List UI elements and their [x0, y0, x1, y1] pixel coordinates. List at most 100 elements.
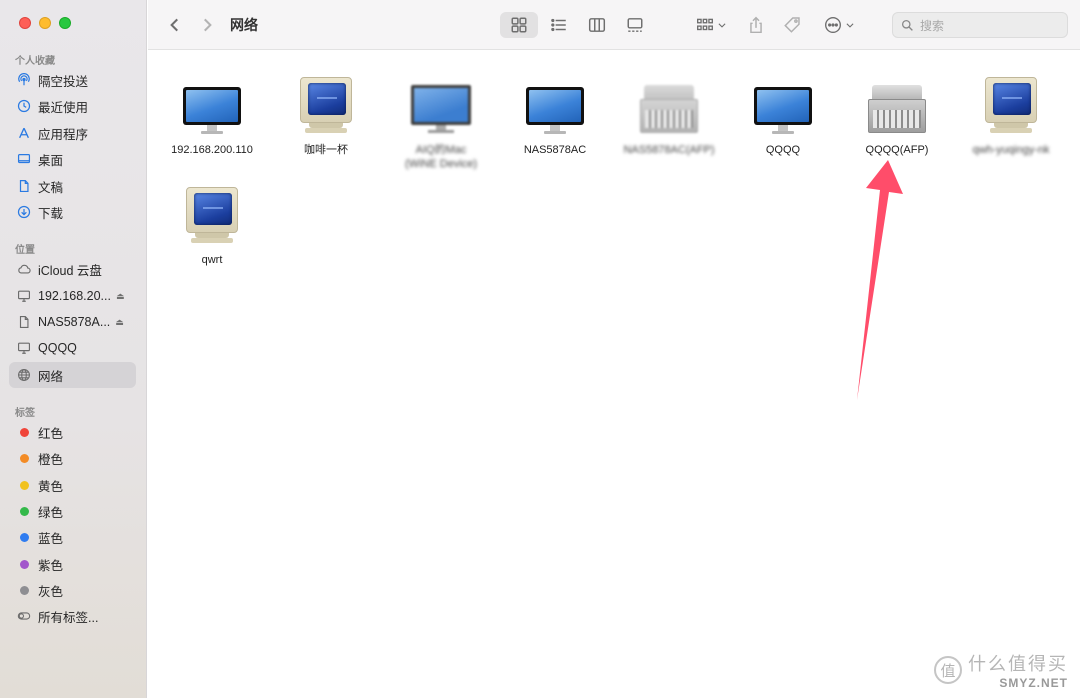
- monitor-icon: [17, 341, 31, 355]
- sidebar-item-label: 所有标签...: [38, 610, 99, 625]
- sidebar-item-192-168[interactable]: 192.168.20... ⏏: [9, 283, 136, 309]
- network-item-label: 192.168.200.110: [171, 144, 253, 156]
- toolbar: 网络 搜索: [148, 0, 1080, 50]
- column-view-button[interactable]: [582, 12, 612, 38]
- tag-dot-icon: [17, 425, 31, 439]
- eject-icon[interactable]: ⏏: [116, 291, 125, 302]
- imac-icon: [751, 75, 815, 135]
- sidebar-tag-all[interactable]: 所有标签...: [9, 603, 136, 629]
- network-item[interactable]: 咖啡一杯: [269, 75, 383, 157]
- sidebar-item-label: 网络: [38, 369, 64, 384]
- watermark-en: SMYZ.NET: [999, 676, 1068, 690]
- watermark-logo: 值: [934, 656, 962, 684]
- gallery-view-button[interactable]: [620, 12, 650, 38]
- group-grid-icon: [696, 18, 713, 31]
- locations-section-title: 位置: [15, 245, 35, 256]
- network-item-label: QQQQ: [765, 144, 801, 156]
- sidebar-tag-blue[interactable]: 蓝色: [9, 524, 136, 550]
- zoom-button[interactable]: [59, 17, 71, 29]
- network-item[interactable]: QQQQ(AFP): [840, 75, 954, 157]
- crt-monitor-icon: [979, 75, 1043, 135]
- network-item[interactable]: NAS5878AC(AFP): [612, 75, 726, 157]
- sidebar-item-label: 192.168.20...: [38, 289, 111, 303]
- imac-icon: [523, 75, 587, 135]
- desktop-icon: [17, 152, 31, 166]
- airdrop-icon: [17, 73, 31, 87]
- minimize-button[interactable]: [39, 17, 51, 29]
- watermark-text: 什么值得买 SMYZ.NET: [968, 650, 1068, 690]
- search-field[interactable]: 搜索: [892, 12, 1068, 38]
- sidebar-item-label: 下载: [38, 206, 64, 221]
- favorites-section-title: 个人收藏: [15, 56, 55, 67]
- sidebar-item-label: 最近使用: [38, 100, 89, 115]
- search-icon: [901, 19, 913, 31]
- sidebar-tag-green[interactable]: 绿色: [9, 498, 136, 524]
- sidebar-tag-purple[interactable]: 紫色: [9, 551, 136, 577]
- chevron-down-icon: [717, 23, 726, 28]
- sidebar-item-label: 绿色: [38, 505, 64, 520]
- tags-section-title: 标签: [15, 408, 35, 419]
- network-item-label: AIQ的Mac (WiNE Device): [404, 144, 478, 170]
- crt-monitor-icon: [294, 75, 358, 135]
- network-item-label: qwrt: [201, 254, 223, 266]
- tag-dot-icon: [17, 530, 31, 544]
- tag-dot-icon: [17, 557, 31, 571]
- eject-icon[interactable]: ⏏: [115, 317, 124, 328]
- sidebar-item-label: 紫色: [38, 558, 64, 573]
- sidebar-item-label: QQQQ: [38, 341, 77, 355]
- applications-icon: [17, 126, 31, 140]
- tag-dot-icon: [17, 504, 31, 518]
- share-icon: [750, 16, 762, 34]
- group-by-button[interactable]: [692, 12, 730, 38]
- sidebar-item-airdrop[interactable]: 隔空投送: [9, 67, 136, 93]
- back-button[interactable]: [164, 12, 186, 38]
- sidebar-tag-red[interactable]: 红色: [9, 419, 136, 445]
- list-icon: [551, 18, 566, 32]
- network-item[interactable]: AIQ的Mac (WiNE Device): [384, 75, 498, 171]
- network-item-label: QQQQ(AFP): [865, 144, 929, 156]
- cloud-icon: [17, 262, 31, 276]
- sidebar-item-documents[interactable]: 文稿: [9, 173, 136, 199]
- finder-window: 个人收藏 隔空投送 最近使用 应用程序 桌面 文稿 下载 位置 iCloud 云…: [0, 0, 1080, 698]
- window-controls: [19, 17, 71, 29]
- server-icon: [637, 75, 701, 135]
- more-actions-button[interactable]: [820, 12, 858, 38]
- sidebar-tag-gray[interactable]: 灰色: [9, 577, 136, 603]
- tag-dot-icon: [17, 451, 31, 465]
- network-item[interactable]: QQQQ: [726, 75, 840, 157]
- sidebar-item-downloads[interactable]: 下载: [9, 199, 136, 225]
- network-item-label: NAS5878AC: [523, 144, 587, 156]
- sidebar-item-network[interactable]: 网络: [9, 362, 136, 388]
- sidebar-tag-orange[interactable]: 橙色: [9, 445, 136, 471]
- chevron-right-icon: [204, 18, 212, 32]
- document-icon: [17, 315, 31, 329]
- sidebar-item-label: 蓝色: [38, 531, 64, 546]
- tag-color-dot: [19, 453, 29, 463]
- sidebar-item-label: 应用程序: [38, 127, 89, 142]
- monitor-icon: [17, 289, 31, 303]
- sidebar-item-desktop[interactable]: 桌面: [9, 146, 136, 172]
- icon-view-button[interactable]: [500, 12, 538, 38]
- tag-button[interactable]: [780, 12, 804, 38]
- share-button[interactable]: [744, 12, 768, 38]
- forward-button[interactable]: [196, 12, 218, 38]
- close-button[interactable]: [19, 17, 31, 29]
- sidebar-item-qqqq[interactable]: QQQQ: [9, 335, 136, 361]
- network-item[interactable]: qwh-yuqingy-nk: [954, 75, 1068, 157]
- sidebar-item-recents[interactable]: 最近使用: [9, 93, 136, 119]
- sidebar-item-icloud[interactable]: iCloud 云盘: [9, 256, 136, 282]
- network-item-label: 咖啡一杯: [304, 144, 348, 156]
- pc-monitor-icon: [409, 75, 473, 135]
- columns-icon: [588, 18, 606, 32]
- grid-icon: [511, 17, 527, 33]
- sidebar-tag-yellow[interactable]: 黄色: [9, 472, 136, 498]
- network-item[interactable]: 192.168.200.110: [155, 75, 269, 157]
- sidebar-item-applications[interactable]: 应用程序: [9, 120, 136, 146]
- network-item[interactable]: NAS5878AC: [498, 75, 612, 157]
- list-view-button[interactable]: [544, 12, 574, 38]
- tag-color-dot: [19, 480, 29, 490]
- sidebar-item-label: 黄色: [38, 479, 64, 494]
- sidebar-item-nas[interactable]: NAS5878A... ⏏: [9, 309, 136, 335]
- imac-icon: [180, 75, 244, 135]
- network-item[interactable]: qwrt: [155, 185, 269, 267]
